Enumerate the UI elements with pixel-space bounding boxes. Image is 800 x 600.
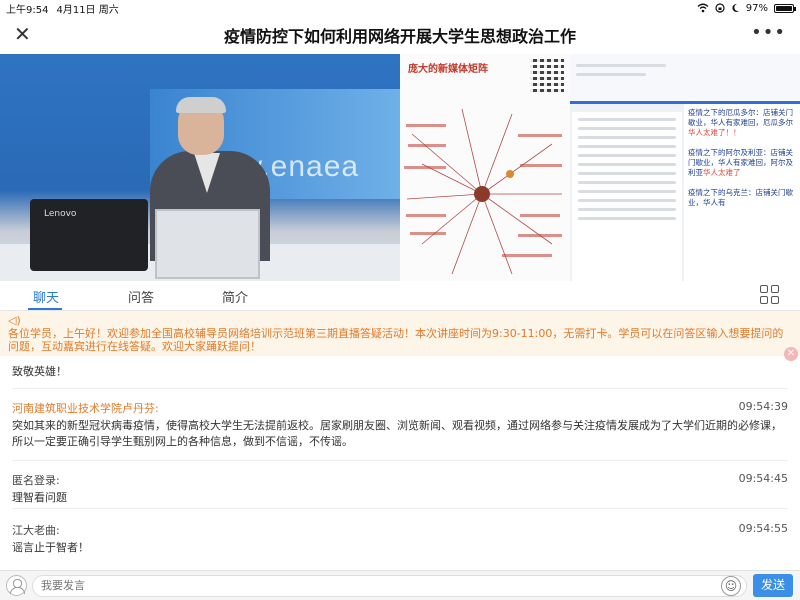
- battery-fill: [776, 5, 792, 11]
- announcement-banner: ◁) 各位学员，上午好！欢迎参加全国高校辅导员网络培训示范班第三期直播答疑活动！…: [0, 311, 800, 361]
- emoji-icon[interactable]: ☺: [721, 576, 741, 596]
- grid-icon[interactable]: [760, 285, 780, 305]
- chat-message: 江大老曲: 09:54:55 谣言止于智者！: [12, 522, 788, 556]
- announcement-text: 各位学员，上午好！欢迎参加全国高校辅导员网络培训示范班第三期直播答疑活动！本次讲…: [8, 327, 784, 353]
- battery-percent: 97%: [745, 2, 768, 14]
- status-bar: 上午9:54 4月11日 周六 97%: [0, 0, 800, 16]
- status-time: 上午9:54: [6, 4, 49, 16]
- more-icon[interactable]: •••: [751, 22, 786, 43]
- chat-message: 河南建筑职业技术学院卢丹芬: 09:54:39 突如其来的新型冠状病毒疫情，使得…: [12, 400, 788, 450]
- laptop: Lenovo: [30, 199, 148, 271]
- news-list: 疫情之下的厄瓜多尔：店铺关门歇业，华人有家难回，厄瓜多尔华人太难了！！ 疫情之下…: [684, 104, 800, 281]
- message-sender: 江大老曲:: [12, 524, 60, 537]
- input-bar: ☺ 发送: [0, 570, 800, 600]
- chat-message: 匿名登录: 09:54:45 理智看问题: [12, 472, 788, 506]
- mind-map-graphic: [404, 108, 562, 275]
- news-panel: 疫情之下的厄瓜多尔：店铺关门歇业，华人有家难回，厄瓜多尔华人太难了！！ 疫情之下…: [570, 54, 800, 281]
- tab-intro[interactable]: 简介: [222, 287, 248, 306]
- active-tab-indicator: [28, 308, 62, 310]
- message-time: 09:54:45: [738, 472, 788, 485]
- moon-icon: [732, 3, 739, 12]
- chat-list[interactable]: 致敬英雄！ 河南建筑职业技术学院卢丹芬: 09:54:39 突如其来的新型冠状病…: [0, 356, 800, 570]
- wifi-icon: [697, 3, 709, 13]
- slide-title: 庞大的新媒体矩阵: [408, 64, 488, 75]
- tab-bar: 聊天 问答 简介: [0, 281, 800, 311]
- rotation-lock-icon: [715, 3, 725, 13]
- chat-message: 致敬英雄！: [12, 364, 788, 380]
- presentation-slide: 庞大的新媒体矩阵: [400, 54, 570, 281]
- news-item: 疫情之下的阿尔及利亚：店铺关门歇业，华人有家难回，阿尔及利亚华人太难了: [688, 148, 793, 177]
- message-time: 09:54:55: [738, 522, 788, 535]
- status-right: 97%: [697, 2, 796, 14]
- page-title: 疫情防控下如何利用网络开展大学生思想政治工作: [223, 27, 576, 46]
- laptop-logo: Lenovo: [44, 209, 77, 219]
- message-body: 致敬英雄！: [12, 365, 67, 378]
- avatar[interactable]: [6, 575, 27, 596]
- message-body: 突如其来的新型冠状病毒疫情，使得高校大学生无法提前返校。居家刷朋友圈、浏览新闻、…: [12, 419, 782, 448]
- nav-bar: ✕ 疫情防控下如何利用网络开展大学生思想政治工作 •••: [0, 16, 800, 54]
- desk-monitor: [155, 209, 260, 279]
- tab-qa[interactable]: 问答: [128, 287, 154, 306]
- message-input[interactable]: [32, 575, 747, 597]
- video-player[interactable]: www.enaea Lenovo 庞大的新媒体矩阵 疫情之下的厄瓜多尔：店铺关门…: [0, 54, 800, 281]
- speaker-icon: ◁): [8, 314, 21, 327]
- battery-icon: [774, 3, 796, 13]
- message-time: 09:54:39: [738, 400, 788, 413]
- news-item: 疫情之下的厄瓜多尔：店铺关门歇业，华人有家难回，厄瓜多尔华人太难了！！: [688, 108, 793, 137]
- message-sender: 匿名登录:: [12, 474, 60, 487]
- speaker-video: www.enaea Lenovo: [0, 54, 400, 281]
- news-item: 疫情之下的乌克兰：店铺关门歇业，华人有: [688, 188, 793, 207]
- tweet-column: [572, 112, 682, 281]
- message-body: 谣言止于智者！: [12, 541, 89, 554]
- send-button[interactable]: 发送: [753, 574, 793, 597]
- status-date: 4月11日 周六: [56, 4, 119, 16]
- message-sender: 河南建筑职业技术学院卢丹芬:: [12, 402, 159, 415]
- message-body: 理智看问题: [12, 491, 67, 504]
- news-strip: [570, 54, 800, 104]
- close-icon[interactable]: ✕: [14, 24, 31, 44]
- tab-chat[interactable]: 聊天: [33, 287, 59, 306]
